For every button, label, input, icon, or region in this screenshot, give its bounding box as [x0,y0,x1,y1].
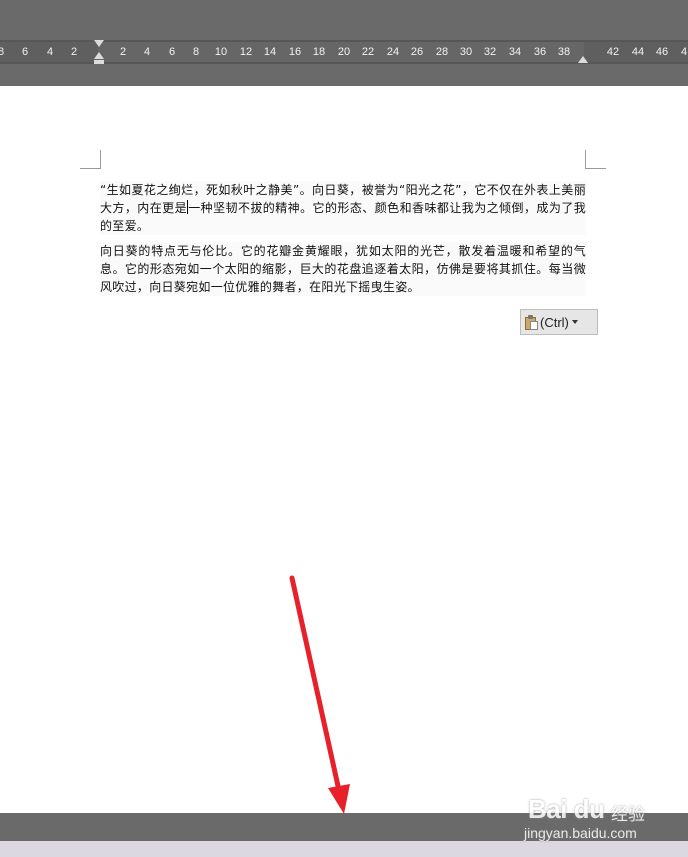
ruler-number: 4 [680,46,688,58]
annotation-arrow-icon [289,575,350,814]
paste-options-label: (Ctrl) [540,314,569,330]
ruler-number: 2 [70,46,78,58]
baidu-watermark: Bai du 经验 jingyan.baidu.com [516,794,666,846]
paragraph-1[interactable]: “生如夏花之绚烂，死如秋叶之静美”。向日葵，被誉为“阳光之花”，它不仅在外表上美… [100,181,586,235]
ruler-number: 16 [288,46,302,58]
ruler-number: 4 [46,46,54,58]
hanging-indent-marker[interactable] [94,52,104,59]
ruler-underbar [0,64,688,86]
ruler-number: 42 [606,46,620,58]
first-line-indent-marker[interactable] [94,40,104,47]
chevron-down-icon [571,320,578,324]
margin-corner-top-right [585,150,606,169]
clipboard-paste-icon [525,314,538,330]
paste-options-button[interactable]: (Ctrl) [520,309,598,335]
watermark-url: jingyan.baidu.com [524,825,637,841]
paragraph-2[interactable]: 向日葵的特点无与伦比。它的花瓣金黄耀眼，犹如太阳的光芒，散发着温暖和希望的气息。… [100,242,586,296]
top-chrome-bar [0,0,688,40]
ruler-number: 18 [312,46,326,58]
ruler-number: 36 [533,46,547,58]
ruler-number: 32 [483,46,497,58]
ruler-number: 28 [435,46,449,58]
right-indent-marker[interactable] [578,56,588,63]
ruler-number: 38 [557,46,571,58]
document-body[interactable]: “生如夏花之绚烂，死如秋叶之静美”。向日葵，被誉为“阳光之花”，它不仅在外表上美… [100,181,586,303]
ruler-number: 30 [459,46,473,58]
ruler-number: 2 [119,46,127,58]
ruler-number: 26 [410,46,424,58]
ruler-number: 4 [143,46,151,58]
margin-corner-top-left [80,150,101,169]
ruler-number: 20 [337,46,351,58]
ruler-number: 22 [361,46,375,58]
ruler-number: 6 [168,46,176,58]
ruler-number: 14 [263,46,277,58]
watermark-sub: 经验 [611,805,645,824]
ruler-number: 10 [214,46,228,58]
ruler-number: 12 [239,46,253,58]
ruler-number: 46 [655,46,669,58]
paragraph-2-text: 向日葵的特点无与伦比。它的花瓣金黄耀眼，犹如太阳的光芒，散发着温暖和希望的气息。… [100,244,586,294]
ruler-number: 6 [21,46,29,58]
ruler-number: 44 [631,46,645,58]
ruler-number: 8 [0,46,5,58]
ruler-number: 34 [508,46,522,58]
watermark-logo: Bai du [528,794,605,824]
ruler-number: 8 [192,46,200,58]
ruler-number: 24 [386,46,400,58]
